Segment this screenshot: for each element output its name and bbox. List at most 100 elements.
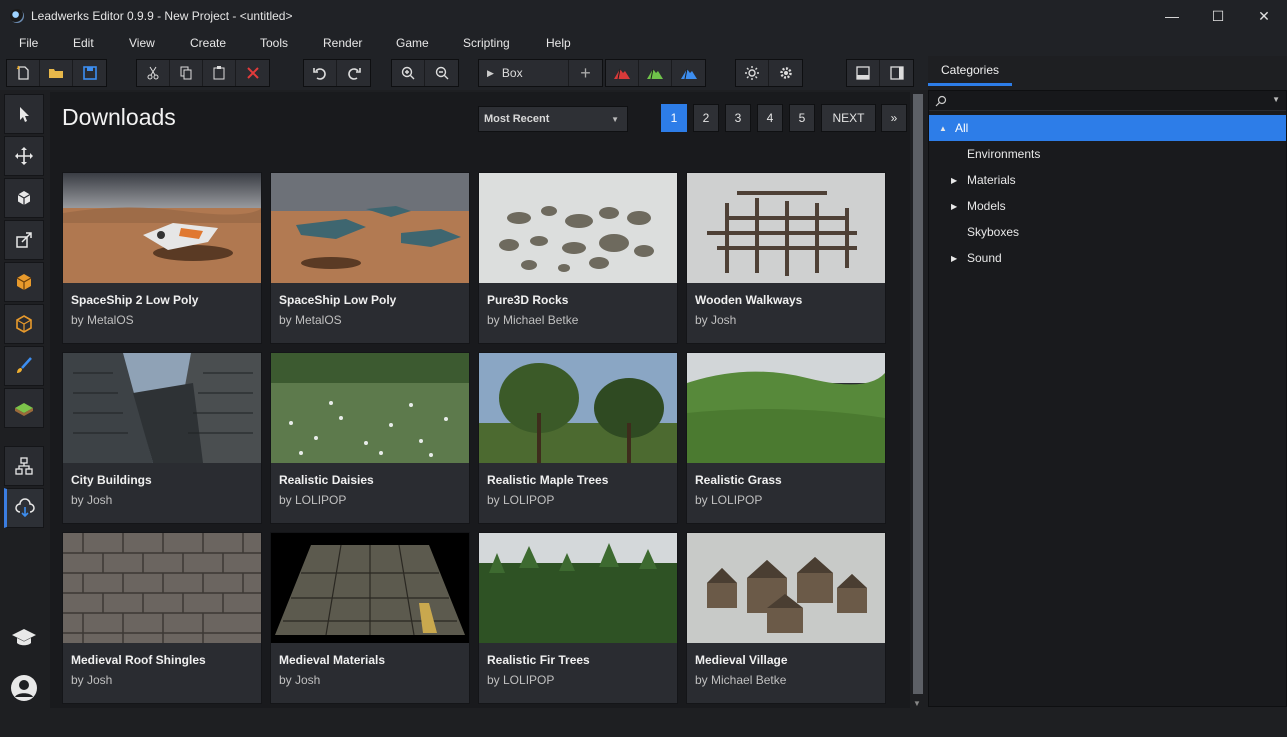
item-thumbnail <box>271 353 469 463</box>
save-button[interactable] <box>73 60 106 86</box>
item-card[interactable]: Realistic Fir Trees by LOLIPOP <box>478 532 678 704</box>
paste-icon <box>213 66 225 80</box>
new-file-button[interactable] <box>7 60 40 86</box>
item-card[interactable]: Wooden Walkways by Josh <box>686 172 886 344</box>
category-item-sound[interactable]: ▶ Sound <box>929 245 1286 271</box>
blue-terrain-tool-button[interactable] <box>672 60 705 86</box>
green-mountain-icon <box>647 68 663 80</box>
toggle-bottom-panel-button[interactable] <box>847 60 880 86</box>
cloud-download-icon <box>15 498 35 518</box>
category-item-all[interactable]: ▲ All <box>929 115 1286 141</box>
zoom-out-icon <box>435 66 448 80</box>
open-folder-button[interactable] <box>40 60 73 86</box>
item-card[interactable]: Pure3D Rocks by Michael Betke <box>478 172 678 344</box>
rotate-tool-button[interactable] <box>4 178 44 218</box>
scale-tool-button[interactable] <box>4 220 44 260</box>
green-terrain-tool-button[interactable] <box>639 60 672 86</box>
red-terrain-tool-button[interactable] <box>606 60 639 86</box>
next-page-button[interactable]: NEXT <box>821 104 876 132</box>
side-panel-icon <box>889 66 904 80</box>
item-card[interactable]: City Buildings by Josh <box>62 352 262 524</box>
page-3-button[interactable]: 3 <box>725 104 751 132</box>
sun-icon <box>745 66 759 80</box>
category-search-input[interactable]: ▼ <box>929 91 1286 111</box>
menu-create[interactable]: Create <box>190 36 226 50</box>
add-brush-button[interactable]: + <box>569 60 602 86</box>
expanded-arrow-icon[interactable]: ▲ <box>939 124 947 133</box>
scrollbar-thumb[interactable] <box>913 94 923 694</box>
move-tool-button[interactable] <box>4 136 44 176</box>
menu-edit[interactable]: Edit <box>73 36 94 50</box>
maximize-button[interactable]: ☐ <box>1195 0 1241 32</box>
select-tool-button[interactable] <box>4 94 44 134</box>
scroll-down-arrow-icon[interactable]: ▼ <box>913 699 921 708</box>
settings-button[interactable] <box>769 60 802 86</box>
item-author: by Josh <box>279 673 321 687</box>
cut-button[interactable] <box>137 60 170 86</box>
user-account-button[interactable] <box>4 668 44 708</box>
item-thumbnail <box>479 353 677 463</box>
paste-button[interactable] <box>203 60 236 86</box>
terrain-tool-button[interactable] <box>4 388 44 428</box>
item-card[interactable]: Medieval Materials by Josh <box>270 532 470 704</box>
zoom-out-button[interactable] <box>425 60 458 86</box>
menu-game[interactable]: Game <box>396 36 429 50</box>
undo-button[interactable] <box>304 60 337 86</box>
menu-file[interactable]: File <box>19 36 38 50</box>
minimize-button[interactable]: — <box>1149 0 1195 32</box>
copy-button[interactable] <box>170 60 203 86</box>
tutorials-button[interactable] <box>4 618 44 658</box>
category-item-materials[interactable]: ▶ Materials <box>929 167 1286 193</box>
item-title: Medieval Materials <box>279 653 386 667</box>
page-4-button[interactable]: 4 <box>757 104 783 132</box>
zoom-in-button[interactable] <box>392 60 425 86</box>
cursor-arrow-icon <box>20 107 29 122</box>
item-card[interactable]: Realistic Daisies by LOLIPOP <box>270 352 470 524</box>
move-arrows-icon <box>15 147 33 165</box>
item-card[interactable]: Realistic Grass by LOLIPOP <box>686 352 886 524</box>
tab-categories[interactable]: Categories <box>928 56 1012 86</box>
redo-button[interactable] <box>337 60 370 86</box>
brush-shape-select[interactable]: ▶ Box <box>479 60 569 86</box>
item-card[interactable]: SpaceShip Low Poly by MetalOS <box>270 172 470 344</box>
item-card[interactable]: SpaceShip 2 Low Poly by MetalOS <box>62 172 262 344</box>
category-item-environments[interactable]: Environments <box>929 141 1286 167</box>
menu-scripting[interactable]: Scripting <box>463 36 510 50</box>
category-item-skyboxes[interactable]: Skyboxes <box>929 219 1286 245</box>
sun-settings-button[interactable] <box>736 60 769 86</box>
menu-view[interactable]: View <box>129 36 155 50</box>
scene-tree-button[interactable] <box>4 446 44 486</box>
item-card[interactable]: Realistic Maple Trees by LOLIPOP <box>478 352 678 524</box>
gear-icon <box>779 67 792 79</box>
item-thumbnail <box>687 533 885 643</box>
search-icon <box>935 95 947 107</box>
sort-dropdown[interactable]: Most Recent ▼ <box>478 106 628 132</box>
paint-tool-button[interactable] <box>4 346 44 386</box>
item-card[interactable]: Medieval Village by Michael Betke <box>686 532 886 704</box>
content-scrollbar[interactable]: ▼ <box>910 92 924 708</box>
collapsed-arrow-icon[interactable]: ▶ <box>951 254 957 263</box>
close-window-button[interactable]: ✕ <box>1241 0 1287 32</box>
collapsed-arrow-icon[interactable]: ▶ <box>951 202 957 211</box>
category-item-models[interactable]: ▶ Models <box>929 193 1286 219</box>
item-card[interactable]: Medieval Roof Shingles by Josh <box>62 532 262 704</box>
page-1-button[interactable]: 1 <box>661 104 687 132</box>
rotate-cube-icon <box>17 191 31 205</box>
create-brush-button[interactable] <box>4 262 44 302</box>
chevron-down-icon[interactable]: ▼ <box>1272 95 1280 104</box>
menu-render[interactable]: Render <box>323 36 362 50</box>
edit-faces-button[interactable] <box>4 304 44 344</box>
page-5-button[interactable]: 5 <box>789 104 815 132</box>
last-page-button[interactable]: » <box>881 104 907 132</box>
delete-button[interactable] <box>236 60 269 86</box>
collapsed-arrow-icon[interactable]: ▶ <box>951 176 957 185</box>
delete-x-icon <box>246 67 259 79</box>
menu-help[interactable]: Help <box>546 36 571 50</box>
downloads-tool-button[interactable] <box>4 488 44 528</box>
title-bar: Leadwerks Editor 0.9.9 - New Project - <… <box>0 0 1287 32</box>
category-label: Skyboxes <box>967 225 1020 239</box>
category-label: All <box>955 121 969 135</box>
menu-tools[interactable]: Tools <box>260 36 288 50</box>
page-2-button[interactable]: 2 <box>693 104 719 132</box>
toggle-side-panel-button[interactable] <box>880 60 913 86</box>
